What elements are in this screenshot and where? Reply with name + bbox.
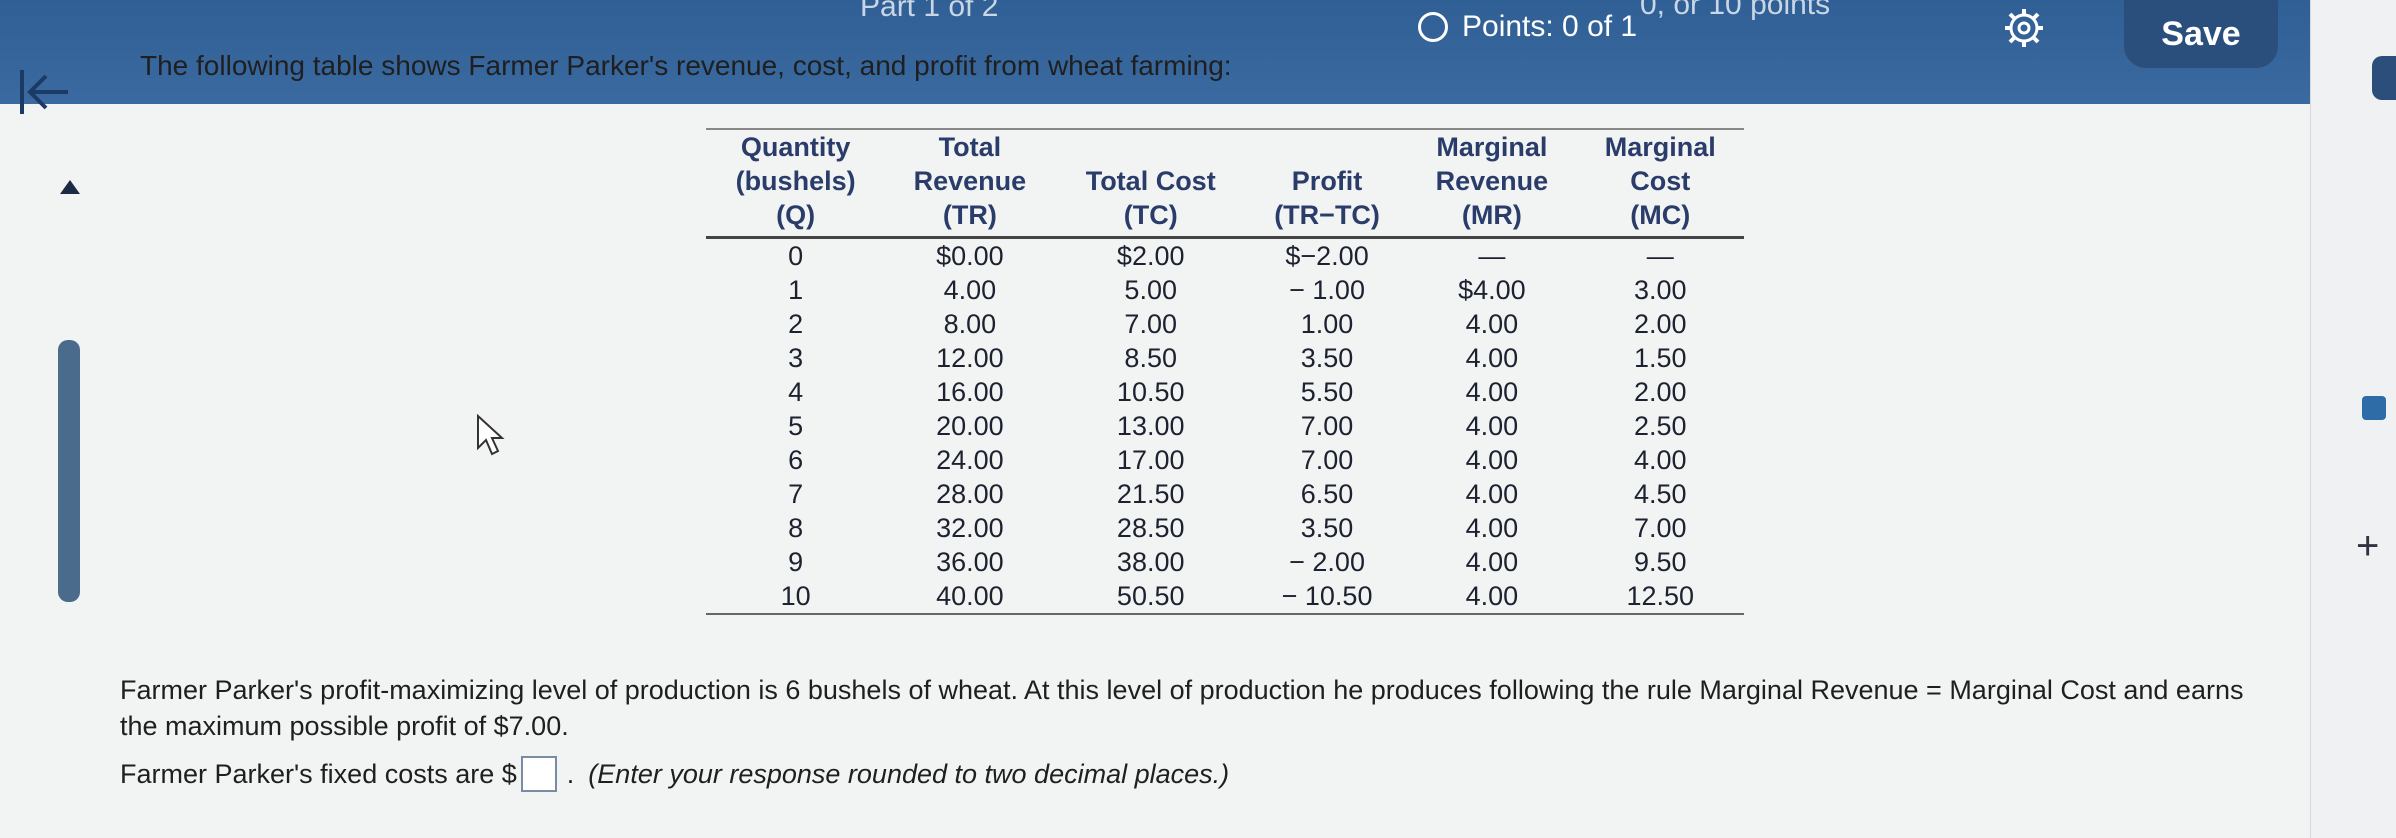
media-icon[interactable] (2362, 396, 2386, 420)
table-row: 4 16.00 10.50 5.50 4.00 2.00 (788, 377, 1687, 407)
period: . (566, 758, 575, 789)
points-circle-icon (1418, 12, 1448, 42)
header-total-revenue: Total Revenue (TR) (885, 129, 1055, 239)
header-total-cost: Total Cost (TC) (1054, 129, 1247, 239)
header-marginal-revenue: Marginal Revenue (MR) (1407, 129, 1577, 239)
table-header-row: Quantity (bushels) (Q) Total Revenue (TR) To… (706, 129, 1744, 239)
fixed-cost-label: Farmer Parker's fixed costs are $ (120, 758, 517, 789)
save-button[interactable]: Save (2124, 0, 2278, 68)
table-row: 6 24.00 17.00 7.00 4.00 4.00 (788, 445, 1687, 475)
table-row: 0 $0.00 $2.00 $−2.00— — (788, 241, 1674, 271)
plus-icon[interactable]: + (2356, 524, 2379, 569)
summary-text: Farmer Parker's profit-maximizing level … (120, 675, 2244, 741)
table-row: 9 36.00 38.00− 2.00 4.00 9.50 (788, 547, 1687, 577)
part-label: Part 1 of 2 (860, 0, 999, 23)
gear-icon[interactable] (2002, 6, 2046, 50)
scroll-up-icon[interactable] (60, 180, 80, 194)
fixed-cost-question: Farmer Parker's fixed costs are $ . (Ent… (120, 756, 1229, 792)
side-tab-handle[interactable] (2372, 56, 2396, 100)
scrollbar-thumb[interactable] (58, 340, 80, 602)
table-row: 10 40.00 50.50− 10.50 4.00 12.50 (706, 579, 1744, 615)
table-row: 7 28.00 21.50 6.50 4.00 4.50 (788, 479, 1687, 509)
points-indicator: Points: 0 of 1 (1418, 10, 1637, 44)
header-quantity: Quantity (bushels) (Q) (706, 129, 886, 239)
table-row: 1 4.00 5.00− 1.00 $4.00 3.00 (788, 275, 1687, 305)
mouse-cursor-icon (477, 414, 505, 456)
table-row: 2 8.00 7.00 1.00 4.00 2.00 (788, 309, 1687, 339)
header-profit: Profit (TR−TC) (1246, 129, 1408, 239)
points-tail: 0, or 10 points (1640, 0, 1831, 21)
table-row: 5 20.00 13.00 7.00 4.00 2.50 (788, 411, 1687, 441)
header-marginal-cost: Marginal Cost (MC) (1576, 129, 1744, 239)
fixed-cost-input[interactable] (520, 756, 557, 792)
points-label: Points: 0 of 1 (1462, 10, 1638, 43)
question-intro: The following table shows Farmer Parker'… (140, 50, 1232, 81)
revenue-cost-table: Quantity (bushels) (Q) Total Revenue (TR) To… (706, 128, 1744, 615)
input-hint: (Enter your response rounded to two deci… (588, 758, 1230, 789)
table-row: 8 32.00 28.50 3.50 4.00 7.00 (788, 513, 1687, 543)
back-arrow-icon[interactable] (16, 64, 72, 120)
table-row: 3 12.00 8.50 3.50 4.00 1.50 (788, 343, 1687, 373)
